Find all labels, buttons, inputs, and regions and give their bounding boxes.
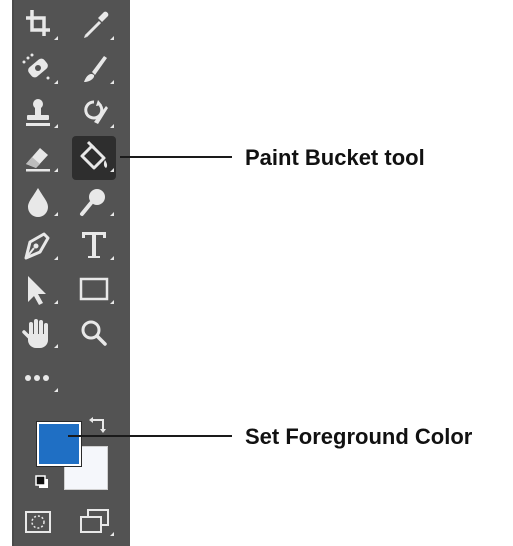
figure: Paint Bucket tool Set Foreground Color: [0, 0, 513, 546]
more-tools-icon: [25, 375, 58, 392]
foreground-callout-line: [68, 435, 232, 437]
screen-mode-icon: [80, 509, 114, 536]
eraser-icon: [26, 148, 58, 172]
spot-healing-tool[interactable]: [16, 48, 60, 92]
spot-healing-icon: [22, 53, 58, 84]
paint-bucket-callout-line: [120, 156, 232, 158]
rectangle-icon: [79, 277, 114, 304]
path-selection-icon: [28, 276, 58, 305]
eyedropper-icon: [84, 11, 114, 40]
tools-panel: [12, 0, 130, 546]
paint-bucket-callout-label: Paint Bucket tool: [245, 145, 425, 170]
brush-icon: [84, 56, 114, 84]
foreground-callout-label: Set Foreground Color: [245, 424, 473, 449]
screen-mode-button[interactable]: [72, 500, 116, 544]
dodge-icon: [80, 189, 114, 216]
zoom-tool[interactable]: [72, 312, 116, 356]
quick-mask-button[interactable]: [16, 500, 60, 544]
history-brush-icon: [84, 100, 114, 128]
eyedropper-tool[interactable]: [72, 4, 116, 48]
eraser-tool[interactable]: [16, 136, 60, 180]
foreground-color-swatch[interactable]: [36, 421, 82, 467]
pen-tool[interactable]: [16, 224, 60, 268]
path-selection-tool[interactable]: [16, 268, 60, 312]
rectangle-tool[interactable]: [72, 268, 116, 312]
swap-colors-icon[interactable]: [88, 414, 110, 436]
blur-icon: [28, 188, 58, 217]
more-tools-button[interactable]: [16, 356, 60, 400]
brush-tool[interactable]: [72, 48, 116, 92]
quick-mask-icon: [25, 511, 51, 533]
clone-stamp-tool[interactable]: [16, 92, 60, 136]
zoom-icon: [81, 320, 107, 346]
hand-tool[interactable]: [16, 312, 60, 356]
default-colors-icon[interactable]: [34, 474, 52, 492]
pen-icon: [24, 232, 58, 260]
type-tool[interactable]: [72, 224, 116, 268]
paint-bucket-tool[interactable]: [72, 136, 116, 180]
clone-stamp-icon: [26, 99, 58, 128]
blur-tool[interactable]: [16, 180, 60, 224]
type-icon: [82, 232, 114, 260]
hand-icon: [22, 319, 58, 348]
dodge-tool[interactable]: [72, 180, 116, 224]
crop-icon: [26, 10, 58, 40]
paint-bucket-icon: [80, 140, 114, 172]
crop-tool[interactable]: [16, 4, 60, 48]
history-brush-tool[interactable]: [72, 92, 116, 136]
